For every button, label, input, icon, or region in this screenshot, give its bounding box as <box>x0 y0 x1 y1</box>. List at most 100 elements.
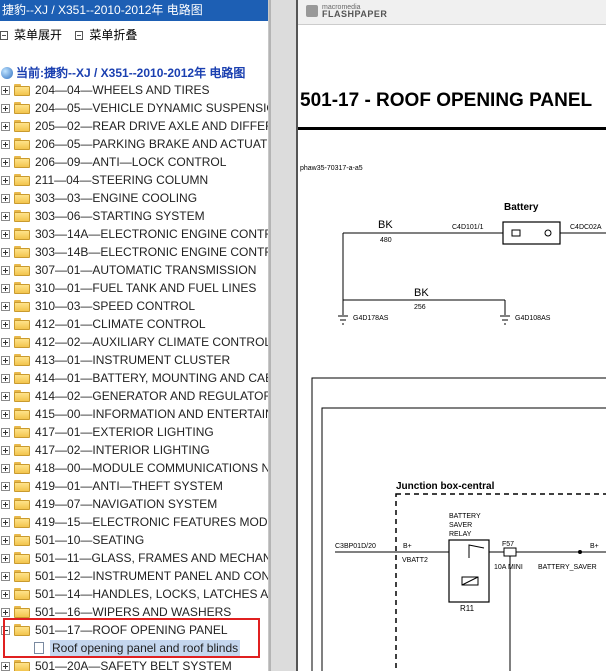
tree-item[interactable]: 501—12—INSTRUMENT PANEL AND CONSOLE <box>0 567 268 585</box>
diagram-id: phaw35-70317-a-a5 <box>300 165 363 172</box>
tree-item[interactable]: 417—01—EXTERIOR LIGHTING <box>0 423 268 441</box>
expand-toggle-icon[interactable] <box>1 427 10 437</box>
tree-item[interactable]: 303—14B—ELECTRONIC ENGINE CONTROLS <box>0 243 268 261</box>
tree-item[interactable]: 206—09—ANTI—LOCK CONTROL <box>0 153 268 171</box>
tree-item-label: 412—01—CLIMATE CONTROL <box>35 317 206 331</box>
connector-c3bp: C3BP01D/20 <box>335 543 376 550</box>
expand-menu-button[interactable]: 菜单展开 <box>0 26 62 44</box>
tree-item[interactable]: 419—07—NAVIGATION SYSTEM <box>0 495 268 513</box>
expand-toggle-icon[interactable] <box>1 157 10 167</box>
tree-item-label: 418—00—MODULE COMMUNICATIONS NETWORK <box>35 461 268 475</box>
tree-item-label: 417—02—INTERIOR LIGHTING <box>35 443 210 457</box>
tree-item[interactable]: 307—01—AUTOMATIC TRANSMISSION <box>0 261 268 279</box>
tree-item[interactable]: 206—05—PARKING BRAKE AND ACTUATION <box>0 135 268 153</box>
expand-toggle-icon[interactable] <box>1 391 10 401</box>
tree-item[interactable]: 414—01—BATTERY, MOUNTING AND CABLES <box>0 369 268 387</box>
expand-toggle-icon[interactable] <box>1 373 10 383</box>
expand-toggle-icon[interactable] <box>1 319 10 329</box>
folder-icon <box>14 318 30 330</box>
tree-item[interactable]: 303—14A—ELECTRONIC ENGINE CONTROLS <box>0 225 268 243</box>
collapse-menu-button[interactable]: 菜单折叠 <box>75 26 137 44</box>
relay-label-1: BATTERY <box>449 513 481 520</box>
expand-toggle-icon[interactable] <box>1 553 10 563</box>
folder-icon <box>14 336 30 348</box>
connector-c4dc02: C4DC02A <box>570 224 602 231</box>
expand-toggle-icon[interactable] <box>1 283 10 293</box>
expand-toggle-icon[interactable] <box>1 175 10 185</box>
expand-toggle-icon[interactable] <box>1 445 10 455</box>
tree-item[interactable]: 414—02—GENERATOR AND REGULATOR <box>0 387 268 405</box>
expand-toggle-icon[interactable] <box>1 463 10 473</box>
folder-icon <box>14 246 30 258</box>
tree-item[interactable]: 204—04—WHEELS AND TIRES <box>0 81 268 99</box>
tree-item-label: 419—07—NAVIGATION SYSTEM <box>35 497 218 511</box>
folder-icon <box>14 174 30 186</box>
folder-icon <box>14 102 30 114</box>
fuse-rating: 10A MINI <box>494 564 523 571</box>
expand-toggle-icon[interactable] <box>1 211 10 221</box>
tree-title-bar: 捷豹--XJ / X351--2010-2012年 电路图 <box>0 0 268 21</box>
wire-color-bk1: BK <box>378 219 393 231</box>
expand-toggle-icon[interactable] <box>1 103 10 113</box>
expand-toggle-icon[interactable] <box>1 193 10 203</box>
folder-icon <box>14 264 30 276</box>
tree-item[interactable]: 303—06—STARTING SYSTEM <box>0 207 268 225</box>
tree-item[interactable]: 303—03—ENGINE COOLING <box>0 189 268 207</box>
tree-item[interactable]: 415—00—INFORMATION AND ENTERTAINMENT <box>0 405 268 423</box>
tree-item[interactable]: 310—01—FUEL TANK AND FUEL LINES <box>0 279 268 297</box>
tree-item[interactable]: 501—20A—SAFETY BELT SYSTEM <box>0 657 268 671</box>
document-viewer: macromedia FLASHPAPER 501-17 - ROOF OPENI… <box>296 0 606 671</box>
expand-toggle-icon[interactable] <box>1 337 10 347</box>
fuse-id: F57 <box>502 541 514 548</box>
tree-item[interactable]: 413—01—INSTRUMENT CLUSTER <box>0 351 268 369</box>
folder-icon <box>14 516 30 528</box>
expand-toggle-icon[interactable] <box>1 517 10 527</box>
tree-item[interactable]: 501—11—GLASS, FRAMES AND MECHANISMS <box>0 549 268 567</box>
expand-toggle-icon[interactable] <box>1 481 10 491</box>
tree-item[interactable]: 501—10—SEATING <box>0 531 268 549</box>
folder-icon <box>14 156 30 168</box>
expand-toggle-icon[interactable] <box>1 661 10 671</box>
tree-item[interactable]: 310—03—SPEED CONTROL <box>0 297 268 315</box>
expand-toggle-icon[interactable] <box>1 247 10 257</box>
tree-root[interactable]: 当前:捷豹--XJ / X351--2010-2012年 电路图 <box>0 64 245 82</box>
folder-icon <box>14 138 30 150</box>
expand-toggle-icon[interactable] <box>1 409 10 419</box>
expand-toggle-icon[interactable] <box>1 355 10 365</box>
splitter-edge <box>269 0 271 671</box>
junction-box-outline <box>395 493 606 671</box>
tree-item[interactable]: 419—01—ANTI—THEFT SYSTEM <box>0 477 268 495</box>
expand-toggle-icon[interactable] <box>1 499 10 509</box>
tree-item[interactable]: 501—14—HANDLES, LOCKS, LATCHES AND ENTRY… <box>0 585 268 603</box>
tree-item[interactable]: 412—02—AUXILIARY CLIMATE CONTROL <box>0 333 268 351</box>
tree-item-label: 303—06—STARTING SYSTEM <box>35 209 205 223</box>
expand-toggle-icon[interactable] <box>1 121 10 131</box>
expand-toggle-icon[interactable] <box>1 301 10 311</box>
expand-toggle-icon[interactable] <box>1 139 10 149</box>
expand-toggle-icon[interactable] <box>1 589 10 599</box>
expand-toggle-icon[interactable] <box>1 535 10 545</box>
tree-item[interactable]: 205—02—REAR DRIVE AXLE AND DIFFERENTIAL <box>0 117 268 135</box>
expand-toggle-icon[interactable] <box>1 571 10 581</box>
tree-item[interactable]: 417—02—INTERIOR LIGHTING <box>0 441 268 459</box>
tree-item[interactable]: 412—01—CLIMATE CONTROL <box>0 315 268 333</box>
tree-item-label: 204—04—WHEELS AND TIRES <box>35 83 210 97</box>
relay-coil-diag <box>461 576 479 586</box>
collapse-icon <box>75 30 84 40</box>
tree-item-label: 419—01—ANTI—THEFT SYSTEM <box>35 479 223 493</box>
splitter[interactable] <box>269 0 296 671</box>
expand-toggle-icon[interactable] <box>1 607 10 617</box>
expand-toggle-icon[interactable] <box>1 229 10 239</box>
relay-label-3: RELAY <box>449 531 472 538</box>
tree-item[interactable]: 204—05—VEHICLE DYNAMIC SUSPENSION <box>0 99 268 117</box>
tree-item[interactable]: 419—15—ELECTRONIC FEATURES MODULE <box>0 513 268 531</box>
expand-toggle-icon[interactable] <box>1 85 10 95</box>
battery-terminal-pos <box>544 229 552 237</box>
tree-item[interactable]: 211—04—STEERING COLUMN <box>0 171 268 189</box>
folder-icon <box>14 354 30 366</box>
expand-toggle-icon[interactable] <box>1 265 10 275</box>
folder-icon <box>14 84 30 96</box>
tree: 204—04—WHEELS AND TIRES 204—05—VEHICLE DY… <box>0 81 268 671</box>
relay-switch <box>468 544 485 558</box>
tree-item[interactable]: 418—00—MODULE COMMUNICATIONS NETWORK <box>0 459 268 477</box>
